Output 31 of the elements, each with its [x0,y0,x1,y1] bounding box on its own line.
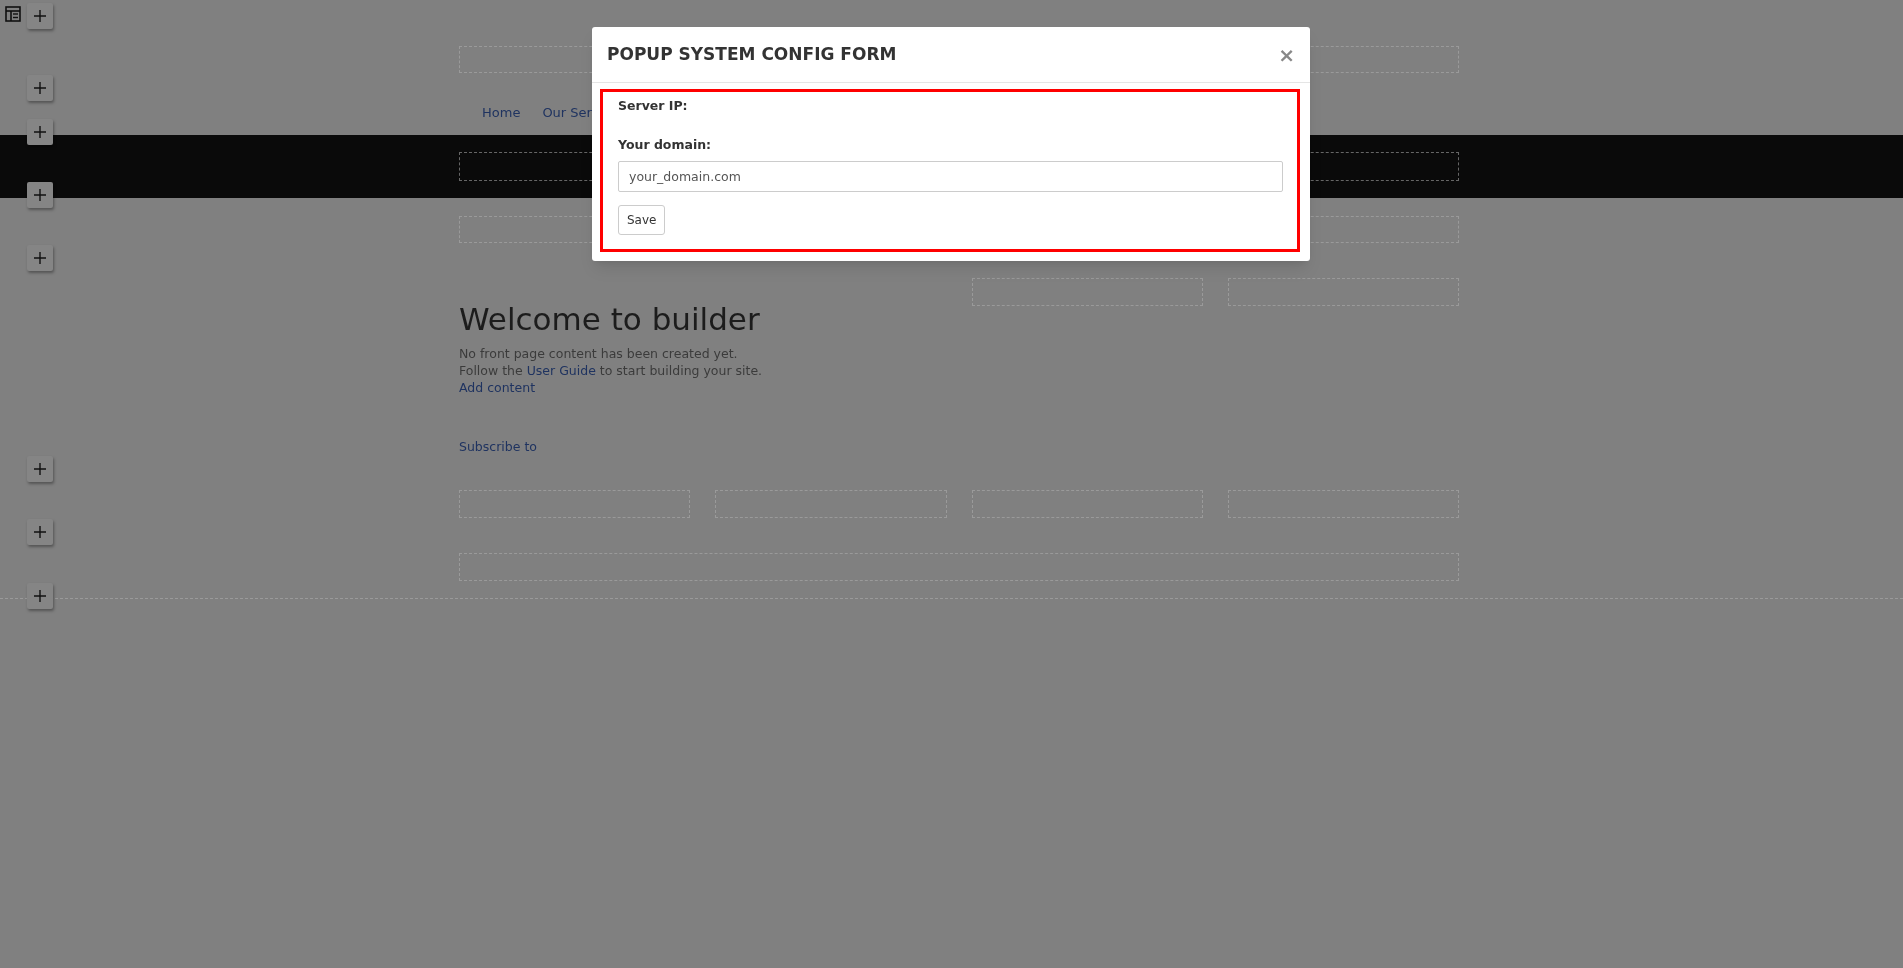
subscribe-link[interactable]: Subscribe to [459,438,537,455]
layout-icon[interactable] [3,4,23,24]
nav-link[interactable]: Home [482,103,521,123]
add-section-button[interactable] [27,519,53,545]
close-button[interactable]: × [1278,44,1295,65]
modal-title: POPUP SYSTEM CONFIG FORM [607,42,897,66]
plus-icon [34,252,46,264]
add-section-button[interactable] [27,3,53,29]
plus-icon [34,189,46,201]
add-section-button[interactable] [27,119,53,145]
user-guide-link[interactable]: User Guide [526,363,596,378]
plus-icon [34,463,46,475]
add-content-link[interactable]: Add content [459,379,536,396]
field-label: Your domain: [618,136,712,154]
add-section-button[interactable] [27,583,53,609]
plus-icon [34,590,46,602]
plus-icon [34,10,46,22]
nav-link[interactable]: Our Ser [542,103,592,123]
add-section-button[interactable] [27,75,53,101]
page-heading: Welcome to builder [459,301,760,337]
plus-icon [34,526,46,538]
plus-icon [34,126,46,138]
add-section-button[interactable] [27,456,53,482]
plus-icon [34,82,46,94]
intro-text: No front page content has been created yet. [459,345,738,362]
field-label: Server IP: [618,97,688,115]
save-button[interactable]: Save [618,205,666,235]
add-section-button[interactable] [27,182,53,208]
domain-input[interactable]: your_domain.com [618,161,1283,192]
add-section-button[interactable] [27,245,53,271]
guide-sentence: Follow the User Guide to start building your site. [459,362,763,379]
